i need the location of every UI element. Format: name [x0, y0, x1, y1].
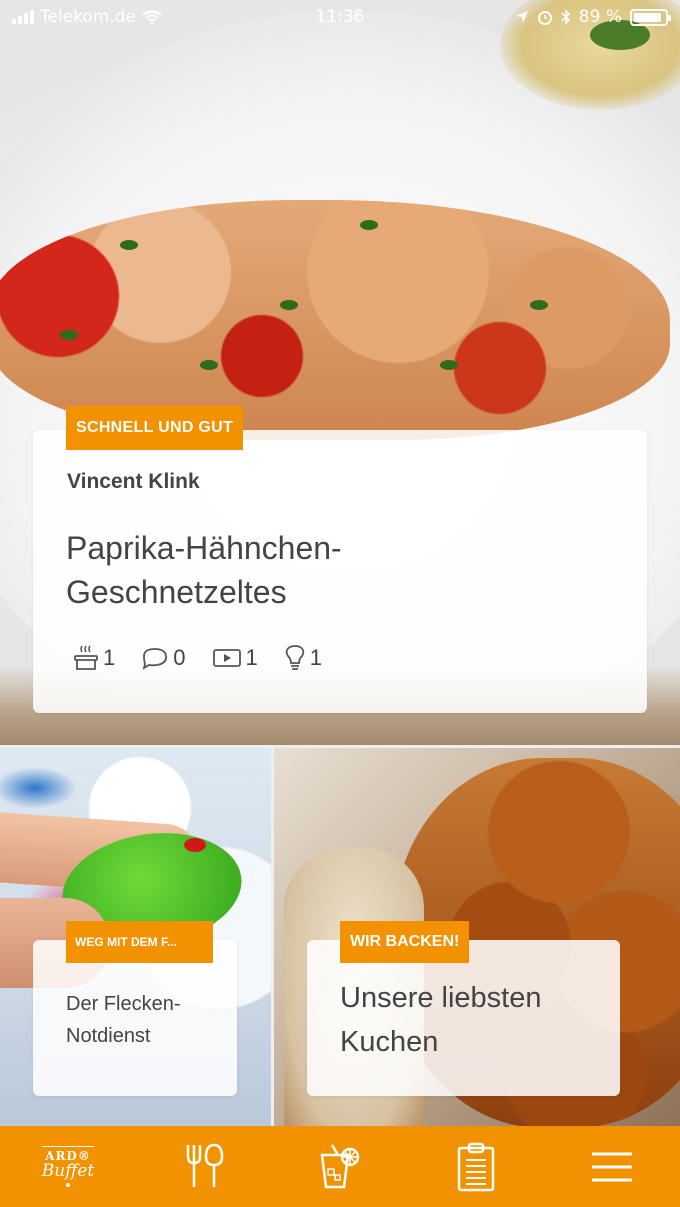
lightbulb-icon: [285, 645, 304, 670]
featured-recipe-card[interactable]: Vincent Klink Paprika-Hähnchen-Geschnetz…: [33, 430, 647, 713]
status-bar: Telekom.de 11:36 89 %: [0, 0, 680, 36]
baking-article-card[interactable]: Unsere liebsten Kuchen: [307, 940, 620, 1096]
herb: [120, 240, 138, 250]
drinks-button[interactable]: [280, 1126, 400, 1207]
shopping-list-button[interactable]: [416, 1126, 536, 1207]
cooking-stat: 1: [73, 644, 115, 672]
recipe-title: Paprika-Hähnchen-Geschnetzeltes: [66, 530, 342, 610]
comment-icon: [142, 648, 168, 670]
comments-stat: 0: [141, 645, 186, 671]
cutlery-icon: [186, 1143, 224, 1187]
herb: [530, 300, 548, 310]
drink-glass-icon: [320, 1143, 360, 1188]
battery-icon: [630, 8, 671, 26]
fingernail: [184, 838, 206, 852]
home-logo-button[interactable]: ARD® Buffet: [8, 1126, 128, 1207]
article-tag: WIR BACKEN!: [340, 921, 470, 963]
herb: [60, 330, 78, 340]
stain-article-card[interactable]: Der Flecken-Notdienst: [33, 940, 237, 1096]
herb: [200, 360, 218, 370]
tips-count: 1: [309, 645, 322, 670]
cooking-pot-icon: [74, 645, 98, 670]
battery-percent: 89 %: [578, 7, 622, 27]
video-icon: [212, 649, 241, 667]
herb: [280, 300, 298, 310]
bluetooth-icon: [561, 9, 570, 25]
tips-stat: 1: [284, 644, 322, 672]
recipe-stats: 1 0 1 1: [73, 644, 322, 672]
recipes-button[interactable]: [145, 1126, 265, 1207]
cooking-count: 1: [103, 645, 116, 670]
videos-stat: 1: [212, 645, 258, 671]
herb: [360, 220, 378, 230]
location-icon: [515, 11, 528, 23]
hamburger-menu-icon: [592, 1152, 632, 1181]
article-title: Der Flecken-Notdienst: [66, 993, 181, 1047]
category-tag: SCHNELL UND GUT: [66, 406, 244, 450]
clipboard-icon: [457, 1142, 495, 1191]
comments-count: 0: [173, 645, 186, 670]
videos-count: 1: [245, 645, 258, 670]
chicken-dish-image: [0, 200, 670, 440]
recipe-author: Vincent Klink: [67, 470, 200, 493]
alarm-icon: [537, 11, 552, 25]
herb: [440, 360, 458, 370]
menu-button[interactable]: [552, 1126, 672, 1207]
bottom-navigation: ARD® Buffet: [0, 1126, 680, 1207]
article-title: Unsere liebsten Kuchen: [340, 982, 542, 1058]
article-tag: WEG MIT DEM F...: [66, 921, 213, 963]
ard-buffet-logo: ARD® Buffet: [41, 1146, 95, 1187]
